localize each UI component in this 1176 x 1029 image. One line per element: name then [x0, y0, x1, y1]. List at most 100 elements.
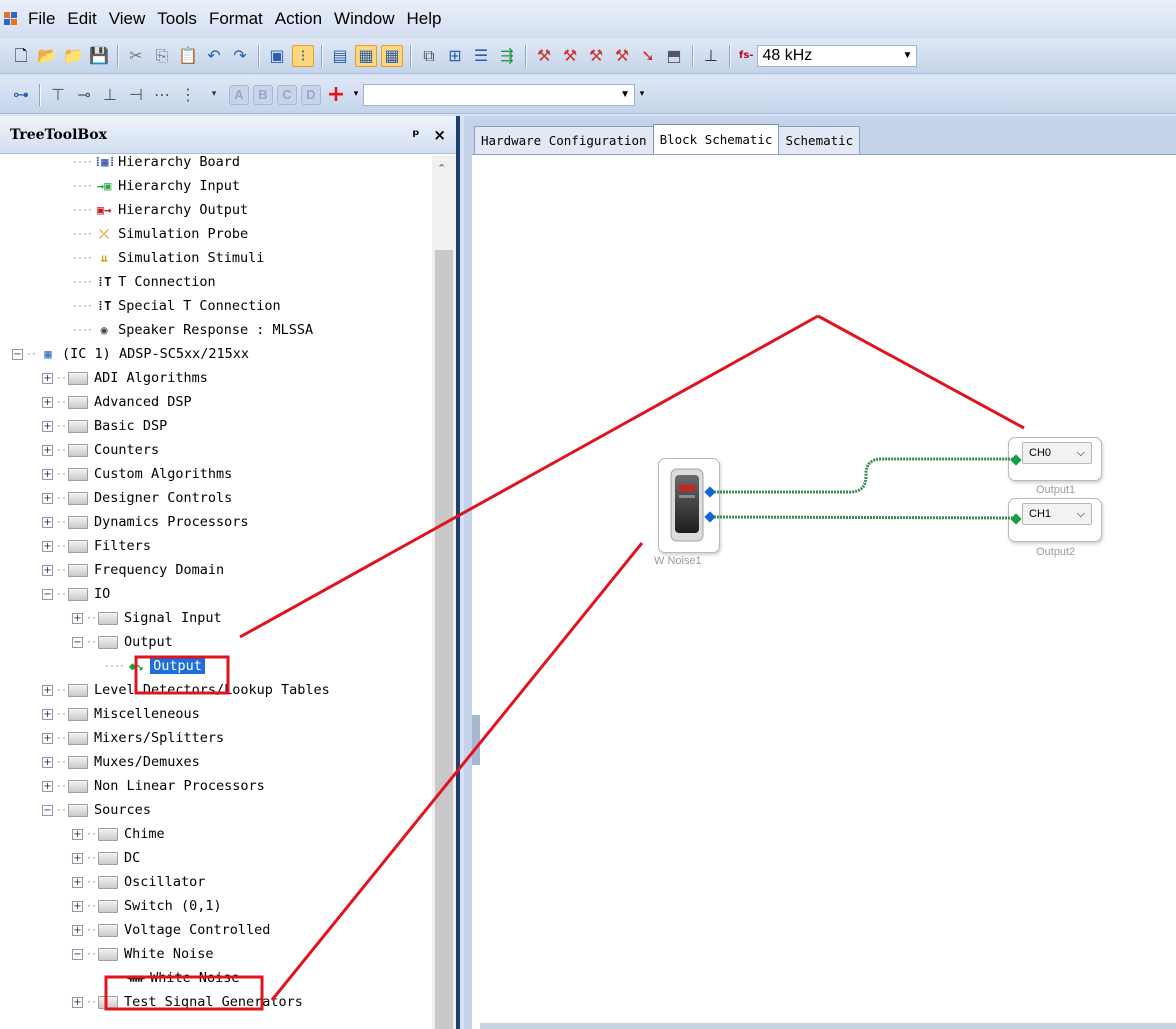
menu-action[interactable]: Action [269, 9, 328, 28]
output-window-icon[interactable]: ▦ [355, 44, 377, 67]
toolbar-overflow-icon[interactable]: ▾ [637, 84, 647, 106]
download-icon[interactable]: ⚒ [611, 45, 633, 67]
collapse-icon[interactable]: − [72, 948, 83, 960]
link-download-icon[interactable]: ⚒ [559, 45, 581, 67]
save-icon[interactable]: 💾 [88, 45, 110, 67]
menu-file[interactable]: File [22, 9, 61, 28]
align-top-icon[interactable]: ⊤ [47, 84, 69, 106]
tree-item-output[interactable]: ···· ◆↘ Output [104, 654, 205, 678]
tab-hardware-configuration[interactable]: Hardware Configuration [474, 126, 654, 154]
scroll-up-icon[interactable]: ⌃ [437, 162, 446, 175]
write-eeprom-icon[interactable]: ⬒ [663, 45, 685, 67]
expand-icon[interactable]: + [42, 396, 53, 408]
tree-item-adi-algorithms[interactable]: + ·· ADI Algorithms [42, 366, 208, 390]
tree-item-hierarchy-input[interactable]: ···· →▣ Hierarchy Input [72, 174, 240, 198]
expand-icon[interactable]: + [42, 756, 53, 768]
tree-item-dynamics-processors[interactable]: + ·· Dynamics Processors [42, 510, 248, 534]
splitter-grip[interactable] [472, 715, 480, 765]
snap-grid-icon[interactable]: ⊶ [10, 84, 32, 106]
tree-item-test-signal-generators[interactable]: + ·· Test Signal Generators [72, 990, 303, 1014]
pin-icon[interactable]: ᵖ [412, 126, 419, 144]
expand-icon[interactable]: + [42, 372, 53, 384]
tree-scrollbar[interactable]: ⌃ [432, 156, 456, 1029]
tree-item-advanced-dsp[interactable]: + ·· Advanced DSP [42, 390, 192, 414]
tree-item-switch-0-1[interactable]: + ·· Switch (0,1) [72, 894, 222, 918]
toolbar-overflow-icon[interactable]: ▾ [203, 84, 225, 106]
cut-icon[interactable]: ✂ [125, 45, 147, 67]
tree-item-oscillator[interactable]: + ·· Oscillator [72, 870, 205, 894]
tree-item-white-noise[interactable]: − ·· White Noise [72, 942, 213, 966]
add-icon[interactable]: + [325, 83, 347, 106]
expand-icon[interactable]: + [72, 612, 83, 624]
expand-icon[interactable]: + [42, 516, 53, 528]
tab-schematic[interactable]: Schematic [778, 126, 861, 154]
link-icon[interactable]: ⚒ [533, 45, 555, 67]
tree-item-ic-1-adsp-sc5xx-215xx[interactable]: − ·· ▦ (IC 1) ADSP-SC5xx/215xx [12, 342, 249, 366]
tile-vertical-icon[interactable]: ⊞ [444, 45, 466, 67]
expand-icon[interactable]: + [42, 684, 53, 696]
menu-edit[interactable]: Edit [61, 9, 102, 28]
tree-item-counters[interactable]: + ·· Counters [42, 438, 159, 462]
space-horizontal-icon[interactable]: ⋯ [151, 84, 173, 106]
expand-icon[interactable]: + [42, 540, 53, 552]
sample-rate-select[interactable]: 48 kHz ▼ [757, 44, 918, 67]
tree-item-non-linear-processors[interactable]: + ·· Non Linear Processors [42, 774, 265, 798]
expand-icon[interactable]: + [72, 828, 83, 840]
output2-channel-select[interactable]: CH1 ⌵ [1022, 503, 1092, 525]
search-combo[interactable]: ▼ [363, 83, 635, 106]
redo-icon[interactable]: ↷ [229, 45, 251, 67]
tree-item-voltage-controlled[interactable]: + ·· Voltage Controlled [72, 918, 270, 942]
tree-item-io[interactable]: − ·· IO [42, 582, 110, 606]
expand-icon[interactable]: + [42, 468, 53, 480]
expand-icon[interactable]: + [42, 492, 53, 504]
label-d-button[interactable]: D [301, 84, 321, 105]
tree-item-chime[interactable]: + ·· Chime [72, 822, 165, 846]
view-panel-icon[interactable]: ▣ [266, 45, 288, 67]
align-left-icon[interactable]: ⊣ [125, 84, 147, 106]
label-b-button[interactable]: B [253, 84, 273, 105]
expand-icon[interactable]: + [72, 996, 83, 1008]
expand-icon[interactable]: + [42, 564, 53, 576]
tree-item-dc[interactable]: + ·· DC [72, 846, 140, 870]
block-schematic-canvas[interactable] [472, 154, 1176, 1029]
collapse-icon[interactable]: − [12, 348, 23, 360]
copy-icon[interactable]: ⎘ [151, 45, 173, 67]
copy-window-icon[interactable]: ⧉ [418, 45, 440, 67]
expand-icon[interactable]: + [42, 444, 53, 456]
tree-item-custom-algorithms[interactable]: + ·· Custom Algorithms [42, 462, 232, 486]
capture-window-icon[interactable]: ▦ [381, 44, 403, 67]
hierarchy-icon[interactable]: ⊥ [700, 45, 722, 67]
tree-item-filters[interactable]: + ·· Filters [42, 534, 151, 558]
tree-item-special-t-connection[interactable]: ···· ⁞T Special T Connection [72, 294, 281, 318]
tree-item-muxes-demuxes[interactable]: + ·· Muxes/Demuxes [42, 750, 200, 774]
expand-icon[interactable]: + [42, 708, 53, 720]
output1-channel-select[interactable]: CH0 ⌵ [1022, 442, 1092, 464]
close-icon[interactable]: × [433, 126, 446, 144]
collapse-icon[interactable]: − [72, 636, 83, 648]
open-recent-icon[interactable]: 📁 [62, 45, 84, 67]
add-dropdown-icon[interactable]: ▾ [351, 84, 361, 106]
tab-block-schematic[interactable]: Block Schematic [652, 124, 780, 154]
collapse-icon[interactable]: − [42, 588, 53, 600]
flow-arrow-icon[interactable]: ➘ [637, 45, 659, 67]
align-middle-icon[interactable]: ⊸ [73, 84, 95, 106]
undo-icon[interactable]: ↶ [203, 45, 225, 67]
menu-view[interactable]: View [103, 9, 152, 28]
expand-icon[interactable]: + [42, 420, 53, 432]
tree-item-basic-dsp[interactable]: + ·· Basic DSP [42, 414, 167, 438]
scrollbar-thumb[interactable] [435, 250, 453, 1029]
menu-format[interactable]: Format [203, 9, 269, 28]
compile-icon[interactable]: ⚒ [585, 45, 607, 67]
collapse-icon[interactable]: − [42, 804, 53, 816]
tree-item-t-connection[interactable]: ···· ⁞T T Connection [72, 270, 216, 294]
tree-item-simulation-stimuli[interactable]: ···· ⇊ Simulation Stimuli [72, 246, 264, 270]
tree-item-sources[interactable]: − ·· Sources [42, 798, 151, 822]
tile-horizontal-icon[interactable]: ☰ [470, 45, 492, 67]
horizontal-scrollbar[interactable] [480, 1023, 1176, 1029]
menu-tools[interactable]: Tools [151, 9, 203, 28]
properties-icon[interactable]: ▤ [329, 45, 351, 67]
tree-item-white-noise[interactable]: ···· ᚔ White Noise [104, 966, 240, 990]
tree-item-simulation-probe[interactable]: ···· ⤫ Simulation Probe [72, 222, 248, 246]
expand-icon[interactable]: + [42, 780, 53, 792]
white-noise-block[interactable] [658, 458, 720, 553]
